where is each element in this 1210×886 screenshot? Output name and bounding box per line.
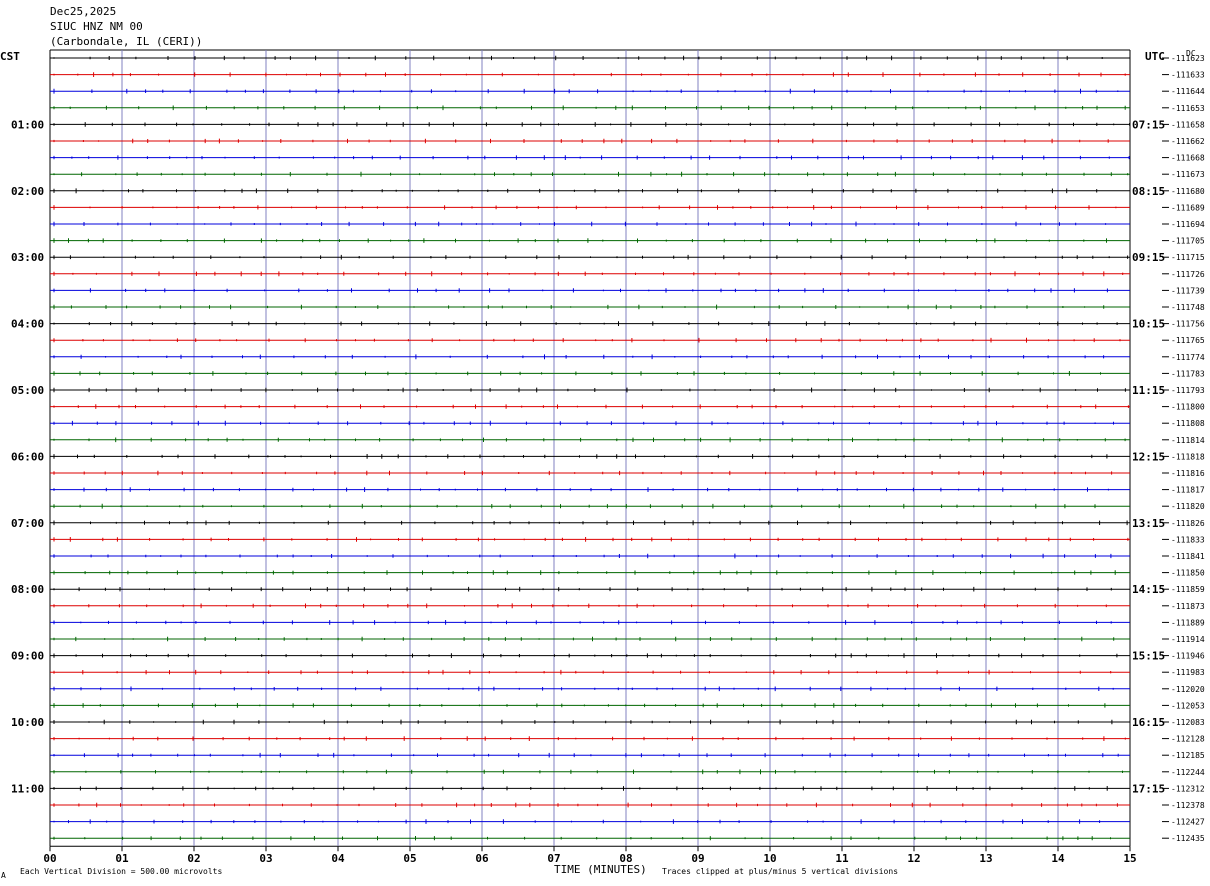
x-tick-label: 13: [979, 852, 992, 865]
left-hour-label: 05:00: [11, 384, 44, 397]
dc-offset-label: -111694: [1171, 220, 1205, 229]
dc-offset-label: -112378: [1171, 801, 1205, 810]
right-hour-label: 10:15: [1132, 318, 1165, 331]
dc-offset-label: -111914: [1171, 635, 1205, 644]
right-hour-label: 08:15: [1132, 185, 1165, 198]
left-hour-label: 06:00: [11, 450, 44, 463]
x-axis-label: TIME (MINUTES): [554, 863, 647, 876]
dc-offset-label: -111739: [1171, 286, 1205, 295]
x-tick-label: 06: [475, 852, 489, 865]
dc-offset-label: -111662: [1171, 137, 1205, 146]
dc-offset-label: -111748: [1171, 303, 1205, 312]
dc-offset-label: -111765: [1171, 336, 1205, 345]
dc-offset-label: -111705: [1171, 237, 1205, 246]
dc-offset-label: -111814: [1171, 436, 1205, 445]
dc-offset-label: -111644: [1171, 87, 1205, 96]
dc-offset-label: -111816: [1171, 469, 1205, 478]
x-tick-label: 05: [403, 852, 416, 865]
left-hour-label: 07:00: [11, 517, 44, 530]
right-hour-label: 17:15: [1132, 782, 1165, 795]
right-hour-label: 12:15: [1132, 450, 1165, 463]
dc-offset-label: -112435: [1171, 834, 1205, 843]
dc-offset-label: -111833: [1171, 535, 1205, 544]
helicorder-chart: -111623 -111633 -111644 -111653 -111658 -1116…: [11, 49, 1205, 865]
dc-offset-label: -111873: [1171, 602, 1205, 611]
x-tick-label: 12: [907, 852, 920, 865]
x-tick-label: 14: [1051, 852, 1065, 865]
dc-offset-label: -111820: [1171, 502, 1205, 511]
dc-offset-label: -111668: [1171, 154, 1205, 163]
dc-offset-label: -111658: [1171, 120, 1205, 129]
dc-offset-label: -111726: [1171, 270, 1205, 279]
dc-offset-label: -111793: [1171, 386, 1205, 395]
dc-offset-label: -111623: [1171, 54, 1205, 63]
left-hour-label: 04:00: [11, 318, 44, 331]
x-tick-label: 02: [187, 852, 200, 865]
x-tick-label: 10: [763, 852, 776, 865]
dc-offset-label: -111653: [1171, 104, 1205, 113]
dc-offset-label: -111859: [1171, 585, 1205, 594]
dc-offset-label: -112128: [1171, 735, 1205, 744]
dc-offset-label: -111983: [1171, 668, 1205, 677]
right-hour-label: 09:15: [1132, 251, 1165, 264]
dc-offset-label: -111774: [1171, 353, 1205, 362]
left-hour-label: 03:00: [11, 251, 44, 264]
right-hour-label: 07:15: [1132, 118, 1165, 131]
corner-mark: A: [1, 871, 6, 880]
dc-offset-label: -112083: [1171, 718, 1205, 727]
x-tick-label: 00: [43, 852, 56, 865]
right-hour-label: 16:15: [1132, 716, 1165, 729]
x-tick-label: 09: [691, 852, 704, 865]
left-hour-label: 08:00: [11, 583, 44, 596]
left-hour-label: 10:00: [11, 716, 44, 729]
right-hour-label: 11:15: [1132, 384, 1165, 397]
x-tick-label: 03: [259, 852, 272, 865]
dc-offset-label: -111715: [1171, 253, 1205, 262]
dc-offset-label: -112427: [1171, 818, 1205, 827]
dc-offset-label: -111673: [1171, 170, 1205, 179]
right-hour-label: 15:15: [1132, 650, 1165, 663]
dc-offset-label: -111818: [1171, 452, 1205, 461]
dc-offset-label: -111680: [1171, 187, 1205, 196]
left-hour-label: 01:00: [11, 118, 44, 131]
dc-offset-label: -111841: [1171, 552, 1205, 561]
dc-offset-label: -111946: [1171, 652, 1205, 661]
dc-offset-label: -112053: [1171, 701, 1205, 710]
dc-offset-label: -111800: [1171, 403, 1205, 412]
dc-offset-label: -111850: [1171, 569, 1205, 578]
dc-offset-label: -112244: [1171, 768, 1205, 777]
left-hour-label: 09:00: [11, 650, 44, 663]
dc-offset-label: -112185: [1171, 751, 1205, 760]
dc-offset-label: -111817: [1171, 486, 1205, 495]
dc-offset-label: -111633: [1171, 71, 1205, 80]
dc-offset-label: -111808: [1171, 419, 1205, 428]
dc-offset-label: -111826: [1171, 519, 1205, 528]
right-hour-label: 13:15: [1132, 517, 1165, 530]
clip-note: Traces clipped at plus/minus 5 vertical …: [662, 867, 899, 876]
x-tick-label: 04: [331, 852, 345, 865]
x-tick-label: 15: [1123, 852, 1136, 865]
x-tick-label: 11: [835, 852, 849, 865]
dc-offset-label: -111783: [1171, 369, 1205, 378]
left-hour-label: 11:00: [11, 782, 44, 795]
dc-offset-label: -111689: [1171, 203, 1205, 212]
division-note: Each Vertical Division = 500.00 microvol…: [20, 867, 223, 876]
dc-offset-label: -112020: [1171, 685, 1205, 694]
dc-offset-label: -111889: [1171, 618, 1205, 627]
dc-offset-label: -111756: [1171, 320, 1205, 329]
left-hour-label: 02:00: [11, 185, 44, 198]
x-tick-label: 01: [115, 852, 129, 865]
dc-offset-label: -112312: [1171, 784, 1205, 793]
right-hour-label: 14:15: [1132, 583, 1165, 596]
